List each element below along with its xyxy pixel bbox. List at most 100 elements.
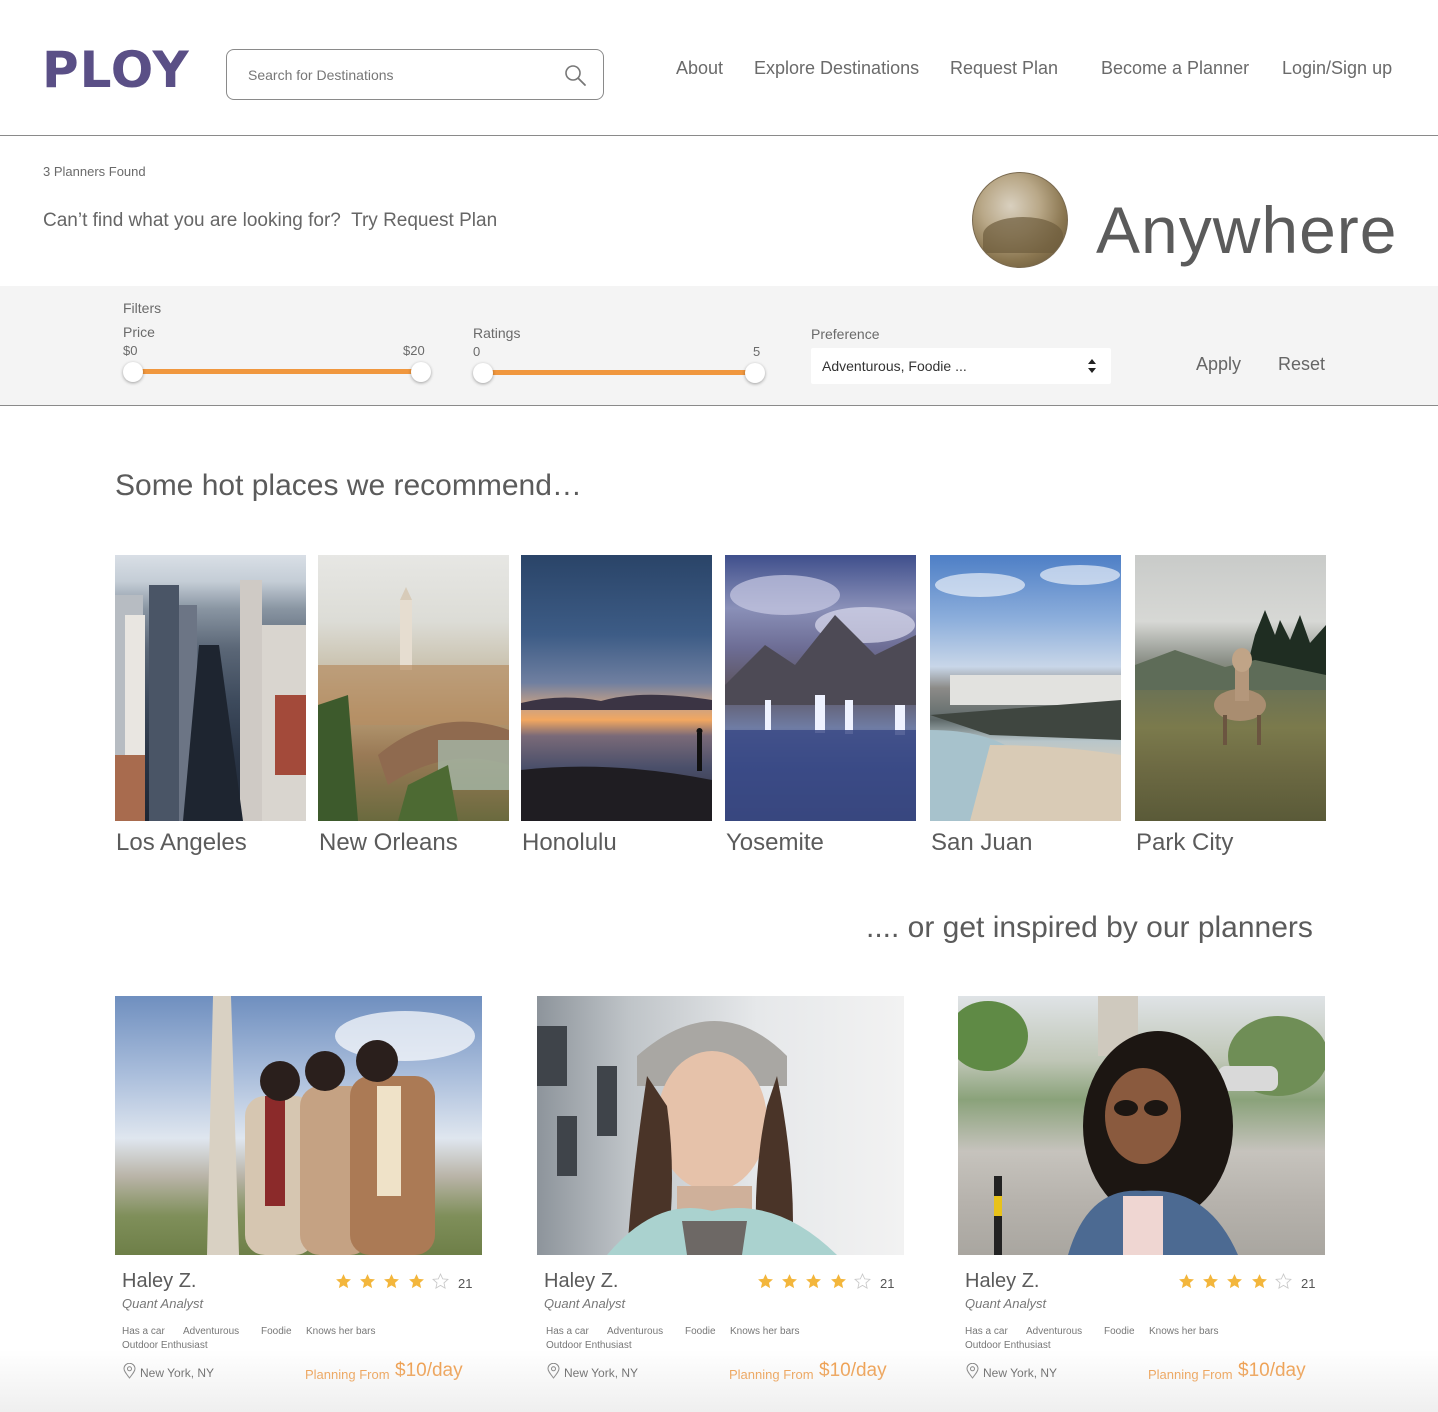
star-outline-icon bbox=[1274, 1273, 1292, 1289]
ratings-min-label: 0 bbox=[473, 344, 481, 359]
place-name[interactable]: Park City bbox=[1136, 829, 1233, 857]
location-title: Anywhere bbox=[1096, 193, 1398, 267]
destination-search[interactable] bbox=[226, 49, 604, 100]
recommend-heading: Some hot places we recommend… bbox=[115, 469, 582, 502]
nav-become-planner[interactable]: Become a Planner bbox=[1101, 58, 1249, 82]
location-pin-icon bbox=[123, 1363, 136, 1379]
tag: Knows her bars bbox=[306, 1326, 376, 1337]
planner-name[interactable]: Haley Z. bbox=[544, 1270, 618, 1293]
planners-heading: .... or get inspired by our planners bbox=[866, 911, 1313, 944]
nav-explore-destinations[interactable]: Explore Destinations bbox=[754, 58, 919, 82]
tag: Adventurous bbox=[183, 1326, 240, 1337]
ratings-max-handle[interactable] bbox=[745, 363, 765, 383]
price-max-handle[interactable] bbox=[411, 362, 431, 382]
star-icon bbox=[1203, 1274, 1219, 1289]
planner-rating bbox=[757, 1273, 878, 1290]
sort-arrows-icon bbox=[1088, 359, 1096, 373]
star-icon bbox=[1251, 1274, 1267, 1289]
tag: Foodie bbox=[1104, 1326, 1135, 1337]
planner-title: Quant Analyst bbox=[122, 1296, 204, 1311]
tag: Knows her bars bbox=[1149, 1326, 1219, 1337]
ratings-max-label: 5 bbox=[753, 344, 761, 359]
reset-button[interactable]: Reset bbox=[1278, 354, 1325, 375]
planner-card[interactable]: Haley Z. Quant Analyst 21 Has a car Adve… bbox=[958, 996, 1325, 1412]
planning-from-label: Planning From bbox=[305, 1367, 390, 1382]
place-card-park-city[interactable]: Park City bbox=[1135, 555, 1326, 856]
star-icon bbox=[336, 1274, 351, 1289]
tag: Has a car bbox=[122, 1326, 165, 1337]
location-pin-icon bbox=[547, 1363, 560, 1379]
star-icon bbox=[806, 1274, 822, 1289]
star-icon bbox=[1227, 1274, 1243, 1289]
price-min-label: $0 bbox=[123, 343, 138, 358]
star-icon bbox=[830, 1274, 846, 1289]
planner-location: New York, NY bbox=[140, 1366, 215, 1380]
planner-title: Quant Analyst bbox=[544, 1296, 626, 1311]
planner-photo[interactable] bbox=[958, 996, 1325, 1255]
tag: Adventurous bbox=[607, 1326, 664, 1337]
ploy-logo[interactable]: PLOY bbox=[42, 44, 190, 96]
place-card-new-orleans[interactable]: New Orleans bbox=[318, 555, 509, 856]
nav-login-signup[interactable]: Login/Sign up bbox=[1282, 58, 1392, 82]
prompt-text: Can’t find what you are looking for? bbox=[43, 210, 341, 231]
tag: Outdoor Enthusiast bbox=[965, 1340, 1051, 1351]
review-count: 21 bbox=[880, 1276, 895, 1291]
try-request-plan-link[interactable]: Try Request Plan bbox=[351, 210, 497, 231]
preference-label: Preference bbox=[811, 326, 880, 342]
place-card-san-juan[interactable]: San Juan bbox=[930, 555, 1121, 856]
price-min-handle[interactable] bbox=[123, 362, 143, 382]
star-icon bbox=[384, 1274, 400, 1289]
star-icon bbox=[360, 1274, 376, 1289]
planning-from-label: Planning From bbox=[1148, 1367, 1233, 1382]
search-input[interactable] bbox=[248, 62, 548, 88]
planner-name[interactable]: Haley Z. bbox=[965, 1270, 1039, 1293]
place-image[interactable] bbox=[521, 555, 712, 821]
planner-card[interactable]: Haley Z. Quant Analyst 21 Has a car Adve… bbox=[115, 996, 482, 1412]
price-slider-track[interactable] bbox=[133, 369, 421, 374]
tag: Foodie bbox=[261, 1326, 292, 1337]
planner-price: $10/day bbox=[1238, 1360, 1306, 1381]
planner-photo[interactable] bbox=[115, 996, 482, 1255]
place-image[interactable] bbox=[318, 555, 509, 821]
place-card-yosemite[interactable]: Yosemite bbox=[725, 555, 916, 856]
planner-photo[interactable] bbox=[537, 996, 904, 1255]
filters-title: Filters bbox=[123, 300, 162, 316]
planner-rating bbox=[335, 1273, 456, 1290]
planner-location: New York, NY bbox=[983, 1366, 1058, 1380]
price-filter-label: Price bbox=[123, 324, 155, 340]
place-card-honolulu[interactable]: Honolulu bbox=[521, 555, 712, 856]
place-card-los-angeles[interactable]: Los Angeles bbox=[115, 555, 306, 856]
nav-request-plan[interactable]: Request Plan bbox=[950, 58, 1058, 82]
ratings-slider-track[interactable] bbox=[483, 370, 755, 375]
search-icon[interactable] bbox=[563, 63, 587, 87]
place-name[interactable]: Honolulu bbox=[522, 829, 617, 857]
planning-from-label: Planning From bbox=[729, 1367, 814, 1382]
place-name[interactable]: Los Angeles bbox=[116, 829, 247, 857]
planner-title: Quant Analyst bbox=[965, 1296, 1047, 1311]
tag: Outdoor Enthusiast bbox=[546, 1340, 632, 1351]
review-count: 21 bbox=[1301, 1276, 1316, 1291]
place-image[interactable] bbox=[115, 555, 306, 821]
star-icon bbox=[408, 1274, 424, 1289]
ratings-min-handle[interactable] bbox=[473, 363, 493, 383]
planner-location: New York, NY bbox=[564, 1366, 639, 1380]
place-image[interactable] bbox=[1135, 555, 1326, 821]
place-image[interactable] bbox=[930, 555, 1121, 821]
place-image[interactable] bbox=[725, 555, 916, 821]
place-name[interactable]: San Juan bbox=[931, 829, 1032, 857]
star-outline-icon bbox=[853, 1273, 871, 1289]
star-outline-icon bbox=[431, 1273, 449, 1289]
planner-card[interactable]: Haley Z. Quant Analyst 21 Has a car Adve… bbox=[537, 996, 904, 1412]
location-thumbnail bbox=[972, 172, 1068, 268]
star-icon bbox=[782, 1274, 798, 1289]
place-name[interactable]: Yosemite bbox=[726, 829, 824, 857]
planner-name[interactable]: Haley Z. bbox=[122, 1270, 196, 1293]
nav-about[interactable]: About bbox=[676, 58, 723, 82]
place-name[interactable]: New Orleans bbox=[319, 829, 458, 857]
apply-button[interactable]: Apply bbox=[1196, 354, 1241, 375]
preference-select[interactable]: Adventurous, Foodie ... bbox=[811, 348, 1111, 384]
tag: Foodie bbox=[685, 1326, 716, 1337]
review-count: 21 bbox=[458, 1276, 473, 1291]
planners-found-count: 3 Planners Found bbox=[43, 164, 146, 179]
planner-rating bbox=[1178, 1273, 1299, 1290]
